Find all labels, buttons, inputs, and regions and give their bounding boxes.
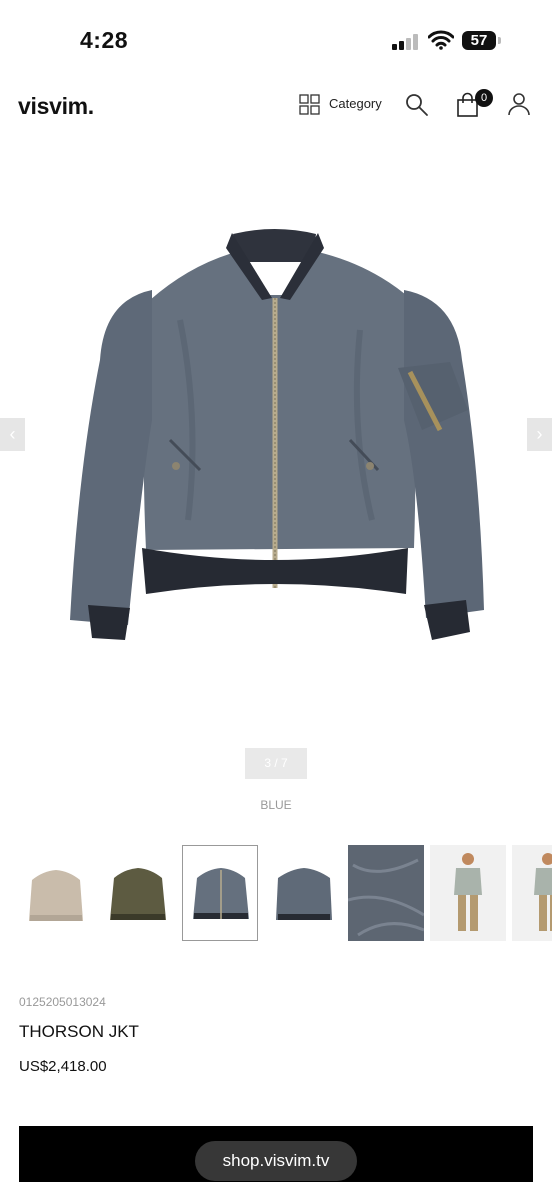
wifi-icon [428,30,454,50]
thumbnail-model-front[interactable] [430,845,506,941]
status-time: 4:28 [80,27,129,53]
thumbnail-model-side[interactable] [512,845,552,941]
image-pager: 3 / 7 [245,748,307,779]
search-icon[interactable] [405,93,429,117]
battery-indicator: 57 [462,31,501,50]
product-sku: 0125205013024 [19,995,106,1009]
next-image-arrow[interactable]: › [527,418,552,451]
thumbnail-fabric-detail[interactable] [347,845,425,941]
thumbnail-olive[interactable] [100,845,176,941]
site-header: visvim. Category 0 [0,80,552,130]
thumbnail-strip [0,845,552,941]
account-user-icon[interactable] [507,92,531,116]
color-name: BLUE [260,798,292,812]
prev-image-arrow[interactable]: ‹ [0,418,25,451]
thumbnail-blue-front[interactable] [182,845,258,941]
status-bar: 4:28 57 [0,0,552,80]
browser-url-pill[interactable]: shop.visvim.tv [195,1141,357,1181]
product-name: THORSON JKT [19,1022,139,1041]
thumbnail-blue-back[interactable] [266,845,342,941]
product-price: US$2,418.00 [19,1058,107,1075]
category-grid-icon[interactable] [299,94,321,116]
battery-tip [498,37,501,44]
product-main-image[interactable] [0,140,552,740]
thumbnail-beige[interactable] [18,845,94,941]
cellular-signal-icon [392,34,418,50]
category-button-label[interactable]: Category [329,96,382,111]
visvim-logo[interactable]: visvim. [18,93,94,120]
battery-level: 57 [470,32,488,49]
cart-count-badge: 0 [475,89,493,107]
